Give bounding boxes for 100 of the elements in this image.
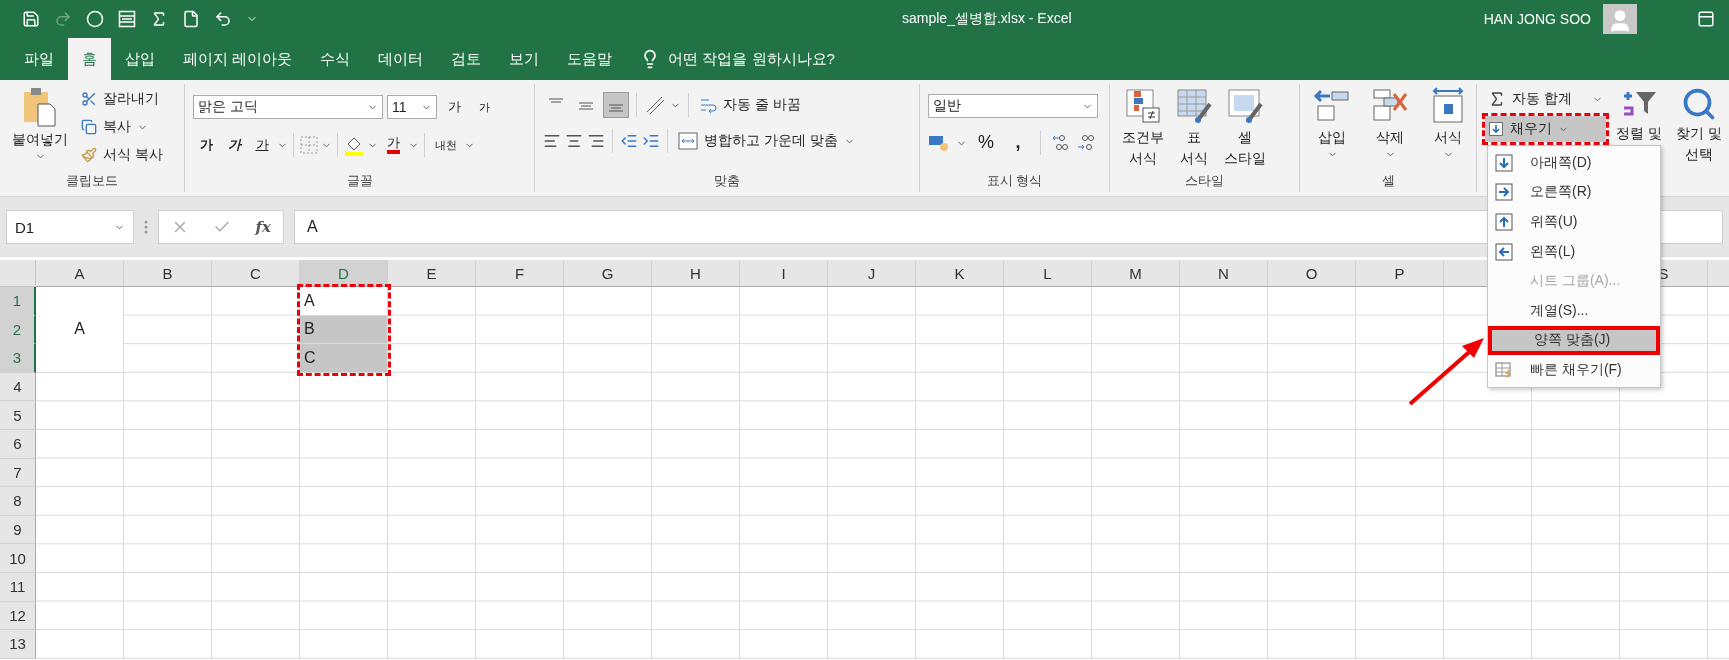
row-header[interactable]: 7 (0, 458, 36, 488)
phonetic-button[interactable]: 내천 (430, 132, 462, 158)
table-cell[interactable]: B (300, 315, 388, 345)
merge-cells-icon[interactable] (118, 10, 136, 28)
ribbon-tab[interactable]: 파일 (10, 38, 68, 80)
row-header[interactable]: 10 (0, 544, 36, 573)
increase-decimal-icon[interactable] (1050, 133, 1070, 153)
group-label: 스타일 (1184, 172, 1225, 190)
ribbon-tab[interactable]: 홈 (68, 38, 111, 80)
ribbon-tab[interactable]: 데이터 (364, 38, 438, 80)
ribbon-tab[interactable]: 보기 (495, 38, 554, 80)
ribbon-button[interactable]: 셀 스타일 (1220, 86, 1270, 168)
name-box[interactable]: D1 (6, 210, 134, 244)
window-title: sample_셀병합.xlsx - Excel (902, 10, 1072, 28)
row-header[interactable]: 8 (0, 487, 36, 516)
cut-button[interactable]: 잘라내기 (78, 86, 166, 112)
row-header[interactable]: 11 (0, 572, 36, 602)
font-name-field[interactable]: 맑은 고딕 (193, 95, 383, 119)
column-header[interactable]: L (1004, 260, 1092, 287)
copy-button[interactable]: 복사 (78, 114, 166, 140)
row-header[interactable]: 2 (0, 315, 36, 345)
group-label: 클립보드 (65, 172, 119, 190)
tell-me-field[interactable]: 어떤 작업을 원하시나요? (668, 49, 835, 69)
table-format-icon (1174, 86, 1214, 126)
ribbon-button[interactable]: 조건부 서식 (1118, 86, 1168, 168)
percent-button[interactable]: % (973, 130, 999, 156)
ribbon-tab[interactable]: 수식 (306, 38, 365, 80)
column-header[interactable]: F (476, 260, 564, 287)
align-center-icon[interactable] (565, 132, 583, 150)
find-select-button[interactable]: 찾기 및 선택 (1671, 86, 1726, 190)
redo-icon[interactable] (54, 10, 72, 28)
number-format-field[interactable]: 일반 (928, 94, 1098, 118)
decrease-decimal-icon[interactable] (1076, 133, 1096, 153)
save-icon[interactable] (22, 10, 40, 28)
column-header[interactable]: P (1356, 260, 1444, 287)
vertical-align-icon[interactable] (603, 92, 629, 118)
underline-button[interactable]: 가 (249, 132, 275, 158)
comma-button[interactable]: , (1005, 130, 1031, 156)
italic-button[interactable]: 가 (221, 132, 247, 158)
font-size-field[interactable]: 11 (387, 95, 437, 119)
row-header[interactable]: 4 (0, 372, 36, 402)
ribbon-tab[interactable]: 페이지 레이아웃 (169, 38, 307, 80)
ribbon-button[interactable]: 삽입 (1308, 86, 1356, 168)
row-header[interactable]: 1 (0, 287, 36, 316)
fill-button[interactable]: 채우기 (1485, 116, 1606, 142)
ribbon-button[interactable]: 서식 (1424, 86, 1472, 168)
row-header[interactable]: 3 (0, 344, 36, 373)
column-header[interactable]: J (828, 260, 916, 287)
column-header[interactable]: H (652, 260, 740, 287)
column-header[interactable]: O (1268, 260, 1356, 287)
ribbon-display-icon[interactable] (1697, 10, 1715, 28)
menu-item[interactable]: 빠른 채우기(F) (1488, 355, 1660, 385)
column-header[interactable]: C (212, 260, 300, 287)
row-header[interactable]: 5 (0, 401, 36, 430)
menu-item[interactable]: 계열(S)... (1488, 295, 1660, 326)
circle-icon[interactable] (86, 10, 104, 28)
ribbon-tab[interactable]: 삽입 (111, 38, 169, 80)
format-painter-button[interactable]: 서식 복사 (78, 142, 166, 168)
row-header[interactable]: 6 (0, 429, 36, 459)
column-header[interactable]: E (388, 260, 476, 287)
grow-font-button[interactable]: 가 (441, 94, 467, 120)
group-label: 셀 (1380, 172, 1396, 190)
borders-icon[interactable] (299, 135, 319, 155)
decrease-indent-icon[interactable] (620, 132, 638, 150)
row-header[interactable]: 9 (0, 515, 36, 545)
text-orientation-icon[interactable] (644, 94, 666, 116)
ribbon-button[interactable]: 표 서식 (1170, 86, 1218, 168)
menu-item[interactable]: 위쪽(U) (1488, 207, 1660, 237)
increase-indent-icon[interactable] (642, 132, 660, 150)
row-header[interactable]: 12 (0, 601, 36, 631)
table-cell[interactable]: C (300, 344, 388, 373)
ribbon-tab[interactable]: 도움말 (553, 38, 627, 80)
merge-center-button[interactable]: 병합하고 가운데 맞춤 (675, 128, 858, 154)
column-header[interactable]: N (1180, 260, 1268, 287)
align-left-icon[interactable] (543, 132, 561, 150)
new-file-icon[interactable] (182, 10, 200, 28)
arrow-up-icon (1494, 212, 1514, 232)
paste-button[interactable]: 붙여넣기 (8, 86, 72, 168)
column-header[interactable]: I (740, 260, 828, 287)
row-header[interactable]: 13 (0, 630, 36, 659)
menu-item[interactable]: 양쪽 맞춤(J) (1488, 325, 1660, 356)
avatar-icon[interactable] (1603, 4, 1637, 34)
shrink-font-button[interactable]: 가 (471, 94, 497, 120)
autosum-button[interactable]: 자동 합계 (1485, 86, 1606, 112)
font-color-button[interactable]: 가 (380, 132, 406, 158)
undo-icon[interactable] (214, 10, 232, 28)
column-header[interactable]: K (916, 260, 1004, 287)
wrap-text-button[interactable]: 자동 줄 바꿈 (696, 92, 804, 118)
column-header[interactable]: G (564, 260, 652, 287)
ribbon-tab[interactable]: 검토 (437, 38, 496, 80)
column-header[interactable]: B (124, 260, 212, 287)
column-header[interactable]: D (300, 260, 388, 287)
select-all-button[interactable] (0, 260, 36, 287)
insert-function-button[interactable]: fx (255, 218, 271, 236)
align-right-icon[interactable] (587, 132, 605, 150)
bold-button[interactable]: 가 (193, 132, 219, 158)
ribbon-button[interactable]: 삭제 (1366, 86, 1414, 168)
currency-icon[interactable] (928, 134, 950, 152)
column-header[interactable]: A (36, 260, 124, 287)
column-header[interactable]: M (1092, 260, 1180, 287)
